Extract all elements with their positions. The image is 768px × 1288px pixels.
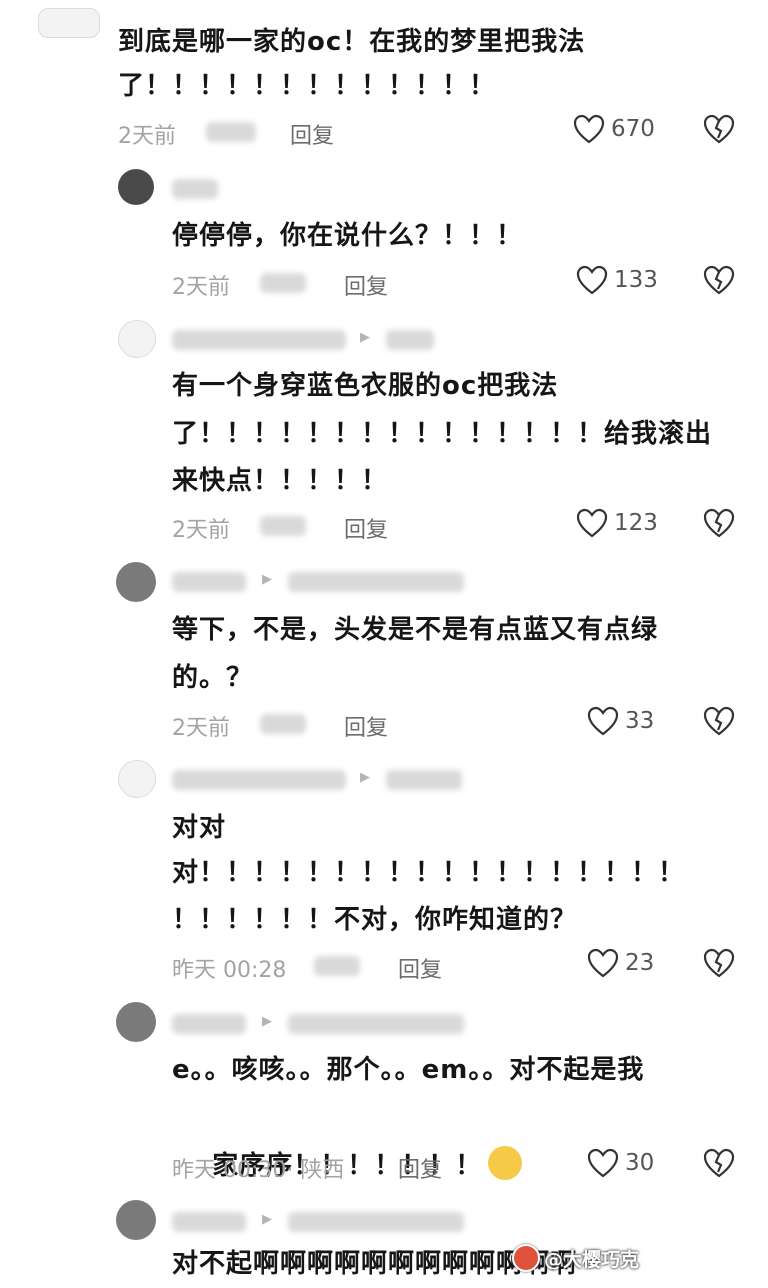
comment-text: 等下，不是，头发是不是有点蓝又有点绿 <box>172 615 659 645</box>
reply-button[interactable]: 回复 <box>344 512 388 544</box>
comment-time: 2天前 <box>118 124 176 149</box>
like-count: 123 <box>614 510 658 536</box>
reply-item: 停停停，你在说什么？！！！ 2天前 回复 133 <box>0 165 768 305</box>
like-count: 670 <box>611 116 655 142</box>
broken-heart-icon <box>703 508 735 538</box>
username-blurred[interactable] <box>172 1212 246 1232</box>
broken-heart-icon <box>703 948 735 978</box>
avatar[interactable] <box>116 1200 156 1240</box>
broken-heart-icon <box>703 114 735 144</box>
dislike-button[interactable] <box>703 508 735 542</box>
avatar[interactable] <box>38 8 100 38</box>
reply-item: ▶ 对对 对！！！！！！！！！！！！！！！！！！ ！！！！！！不对，你咋知道的？… <box>0 758 768 988</box>
reply-item: ▶ 等下，不是，头发是不是有点蓝又有点绿 的。？ 2天前 回复 33 <box>0 560 768 745</box>
comment-text: 停停停，你在说什么？！！！ <box>172 221 524 251</box>
comment-time: 2天前 <box>172 716 230 741</box>
like-count: 33 <box>625 708 655 734</box>
like-button[interactable]: 133 <box>576 265 658 295</box>
comment-text: 了！！！！！！！！！！！！！！！给我滚出 <box>172 419 713 449</box>
reply-button[interactable]: 回复 <box>344 269 388 301</box>
heart-icon <box>587 1148 619 1178</box>
ip-location-blurred <box>206 122 256 142</box>
ip-location-blurred <box>260 714 306 734</box>
heart-icon <box>587 706 619 736</box>
reply-item: ▶ 有一个身穿蓝色衣服的oc把我法 了！！！！！！！！！！！！！！！给我滚出 来… <box>0 318 768 548</box>
ip-location-blurred <box>260 516 306 536</box>
reply-to-username-blurred[interactable] <box>386 770 462 790</box>
comment-text: 对！！！！！！！！！！！！！！！！！！ <box>172 858 686 888</box>
comment-text: 到底是哪一家的oc！在我的梦里把我法 <box>118 27 586 57</box>
comment-time: 昨天 00:28 <box>172 958 287 983</box>
like-count: 30 <box>625 1150 655 1176</box>
like-count: 133 <box>614 267 658 293</box>
reply-button[interactable]: 回复 <box>290 118 334 150</box>
ip-location-blurred <box>260 273 306 293</box>
like-button[interactable]: 670 <box>573 114 655 144</box>
broken-heart-icon <box>703 1148 735 1178</box>
comment-item: 到底是哪一家的oc！在我的梦里把我法 了！！！！！！！！！！！！！ 2天前 回复… <box>0 0 768 160</box>
comment-time-text: 昨天 00:30 <box>172 1158 287 1183</box>
ip-location-blurred <box>314 956 360 976</box>
watermark-text: @大樱巧克 <box>544 1248 640 1271</box>
username-blurred[interactable] <box>172 572 246 592</box>
heart-icon <box>573 114 605 144</box>
reply-to-username-blurred[interactable] <box>288 572 464 592</box>
broken-heart-icon <box>703 265 735 295</box>
like-count: 23 <box>625 950 655 976</box>
dislike-button[interactable] <box>703 265 735 299</box>
worried-face-emoji-icon <box>488 1146 523 1180</box>
comment-time: 2天前 <box>172 275 230 300</box>
weibo-logo-icon <box>512 1244 540 1272</box>
reply-button[interactable]: 回复 <box>398 952 442 984</box>
like-button[interactable]: 30 <box>587 1148 654 1178</box>
username-blurred[interactable] <box>172 330 346 350</box>
dislike-button[interactable] <box>703 706 735 740</box>
heart-icon <box>587 948 619 978</box>
reply-button[interactable]: 回复 <box>398 1152 442 1184</box>
reply-to-arrow-icon: ▶ <box>360 770 370 785</box>
comment-text: 的。？ <box>172 663 254 693</box>
avatar[interactable] <box>116 1002 156 1042</box>
reply-to-username-blurred[interactable] <box>288 1212 464 1232</box>
like-button[interactable]: 23 <box>587 948 654 978</box>
reply-to-arrow-icon: ▶ <box>262 1014 272 1029</box>
avatar[interactable] <box>118 760 156 798</box>
username-blurred[interactable] <box>172 770 346 790</box>
comment-time: 2天前 <box>172 518 230 543</box>
avatar[interactable] <box>116 562 156 602</box>
ip-location: · 陕西 <box>286 1158 345 1183</box>
dislike-button[interactable] <box>703 1148 735 1182</box>
reply-button[interactable]: 回复 <box>344 710 388 742</box>
avatar[interactable] <box>118 320 156 358</box>
comment-time: 昨天 00:30· 陕西 <box>172 1152 344 1184</box>
dislike-button[interactable] <box>703 948 735 982</box>
watermark: @大樱巧克 <box>512 1244 639 1272</box>
reply-item: ▶ e。。咳咳。。那个。。em。。对不起是我 家序序！！！！！！！ 昨天 00:… <box>0 1000 768 1190</box>
comment-text: 来快点！！！！！ <box>172 466 389 496</box>
dislike-button[interactable] <box>703 114 735 148</box>
comment-text: e。。咳咳。。那个。。em。。对不起是我 <box>172 1055 645 1085</box>
comment-text: 有一个身穿蓝色衣服的oc把我法 <box>172 371 559 401</box>
avatar[interactable] <box>118 169 154 205</box>
comment-text: 了！！！！！！！！！！！！！ <box>118 71 497 101</box>
comment-text: ！！！！！！不对，你咋知道的？ <box>172 905 578 935</box>
reply-to-arrow-icon: ▶ <box>360 330 370 345</box>
username-blurred[interactable] <box>172 179 218 199</box>
like-button[interactable]: 33 <box>587 706 654 736</box>
username-blurred[interactable] <box>172 1014 246 1034</box>
like-button[interactable]: 123 <box>576 508 658 538</box>
heart-icon <box>576 508 608 538</box>
reply-to-arrow-icon: ▶ <box>262 572 272 587</box>
reply-to-username-blurred[interactable] <box>386 330 434 350</box>
reply-to-arrow-icon: ▶ <box>262 1212 272 1227</box>
comment-text: 对对 <box>172 813 227 843</box>
reply-to-username-blurred[interactable] <box>288 1014 464 1034</box>
reply-item: ▶ 对不起啊啊啊啊啊啊啊啊啊啊啊啊 <box>0 1198 768 1280</box>
broken-heart-icon <box>703 706 735 736</box>
heart-icon <box>576 265 608 295</box>
